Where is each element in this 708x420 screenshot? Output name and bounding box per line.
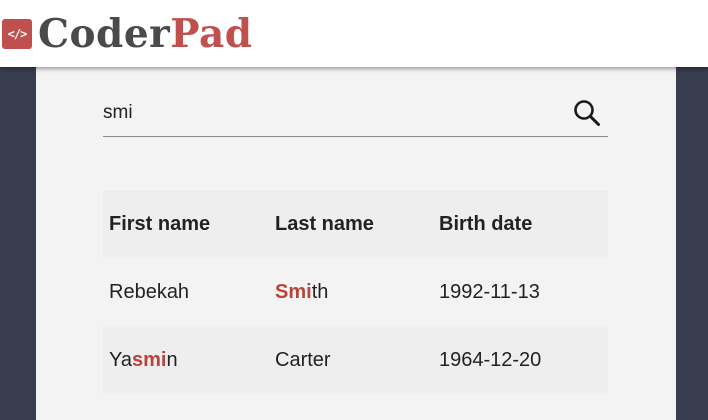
search-input[interactable] bbox=[103, 100, 543, 126]
cell-first-name: Rebekah bbox=[103, 281, 269, 304]
cell-first-name: Yasmin bbox=[103, 349, 269, 372]
logo-pad-text: Pad bbox=[170, 11, 253, 57]
column-header-first-name[interactable]: First name bbox=[103, 213, 269, 236]
content-panel: First name Last name Birth date Rebekah … bbox=[36, 60, 676, 420]
people-table: First name Last name Birth date Rebekah … bbox=[103, 191, 608, 394]
table-header-row: First name Last name Birth date bbox=[103, 191, 608, 258]
logo-wordmark: CoderPad bbox=[38, 11, 253, 57]
code-brackets-icon: </> bbox=[2, 19, 32, 49]
text: Rebekah bbox=[109, 280, 190, 303]
search-match: smi bbox=[131, 348, 167, 371]
text: Carter bbox=[275, 348, 331, 371]
app-header: </> CoderPad bbox=[0, 0, 708, 67]
table-row[interactable]: Yasmin Carter 1964-12-20 bbox=[103, 326, 608, 394]
table-row[interactable]: Rebekah Smith 1992-11-13 bbox=[103, 258, 608, 326]
coderpad-logo[interactable]: </> CoderPad bbox=[2, 11, 253, 57]
cell-birth-date: 1964-12-20 bbox=[439, 348, 542, 371]
text: Ya bbox=[109, 348, 132, 371]
search-match: Smi bbox=[275, 280, 312, 303]
cell-birth-date: 1992-11-13 bbox=[439, 280, 540, 303]
column-header-last-name[interactable]: Last name bbox=[269, 213, 433, 236]
text: n bbox=[166, 348, 178, 371]
cell-last-name: Smith bbox=[269, 281, 433, 304]
logo-coder-text: Coder bbox=[38, 11, 171, 57]
column-header-birth-date[interactable]: Birth date bbox=[433, 213, 608, 236]
search-icon[interactable] bbox=[572, 98, 602, 128]
search-bar bbox=[103, 90, 608, 137]
text: th bbox=[311, 280, 329, 303]
cell-last-name: Carter bbox=[269, 349, 433, 372]
